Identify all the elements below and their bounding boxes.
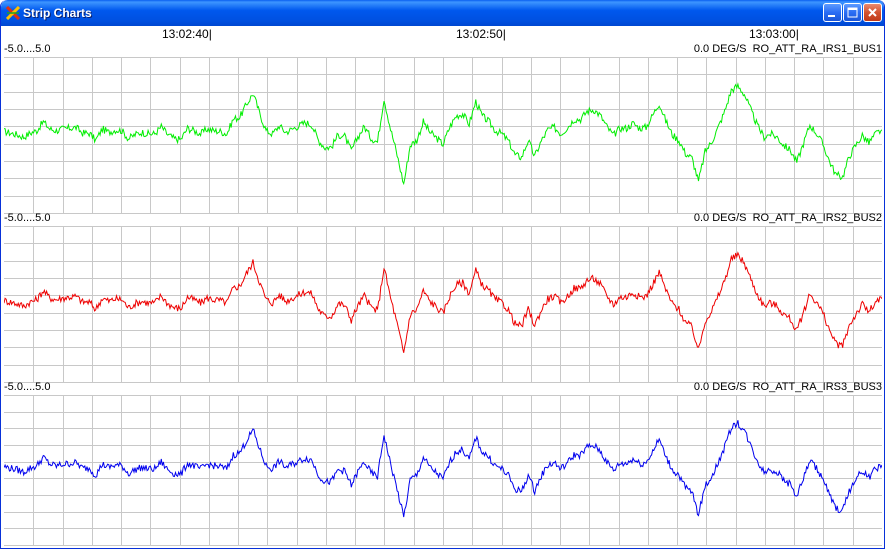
range-label: -5.0....5.0 <box>4 212 51 224</box>
channel-label: 0.0 DEG/S RO_ATT_RA_IRS3_BUS3 <box>694 381 882 393</box>
range-label: -5.0....5.0 <box>4 381 51 393</box>
minimize-icon <box>828 15 835 17</box>
strip-charts-window: Strip Charts 13:02:40| 13:02:50| 13:03:0… <box>0 0 885 549</box>
strip-plot-3 <box>4 395 882 546</box>
current-value: 0.0 <box>693 43 710 55</box>
minimize-button[interactable] <box>823 3 842 22</box>
channel-name: RO_ATT_RA_IRS2_BUS2 <box>752 212 882 224</box>
units-label: DEG/S <box>712 43 747 55</box>
strip-chart-3: -5.0....5.0 0.0 DEG/S RO_ATT_RA_IRS3_BUS… <box>4 381 882 546</box>
window-title: Strip Charts <box>23 6 92 20</box>
strip-chart-2: -5.0....5.0 0.0 DEG/S RO_ATT_RA_IRS2_BUS… <box>4 212 882 383</box>
close-button[interactable] <box>863 3 882 22</box>
time-tick-label: 13:03:00| <box>749 27 799 41</box>
channel-name: RO_ATT_RA_IRS1_BUS1 <box>752 43 882 55</box>
channel-label: 0.0 DEG/S RO_ATT_RA_IRS1_BUS1 <box>694 43 882 55</box>
channel-label: 0.0 DEG/S RO_ATT_RA_IRS2_BUS2 <box>694 212 882 224</box>
strip-chart-1: -5.0....5.0 0.0 DEG/S RO_ATT_RA_IRS1_BUS… <box>4 43 882 214</box>
strip-chart-area: 13:02:40| 13:02:50| 13:03:00| -5.0....5.… <box>4 26 882 546</box>
units-label: DEG/S <box>712 381 747 393</box>
units-label: DEG/S <box>712 212 747 224</box>
maximize-icon <box>847 7 858 18</box>
strip-plot-1 <box>4 57 882 214</box>
app-icon <box>6 6 20 20</box>
time-tick-label: 13:02:50| <box>456 27 506 41</box>
title-bar[interactable]: Strip Charts <box>1 0 884 26</box>
time-tick-label: 13:02:40| <box>162 27 212 41</box>
strip-plot-2 <box>4 226 882 383</box>
grid <box>4 57 882 214</box>
current-value: 0.0 <box>693 381 710 393</box>
current-value: 0.0 <box>693 212 710 224</box>
maximize-button[interactable] <box>843 3 862 22</box>
channel-name: RO_ATT_RA_IRS3_BUS3 <box>752 381 882 393</box>
range-label: -5.0....5.0 <box>4 43 51 55</box>
close-icon <box>868 8 877 17</box>
